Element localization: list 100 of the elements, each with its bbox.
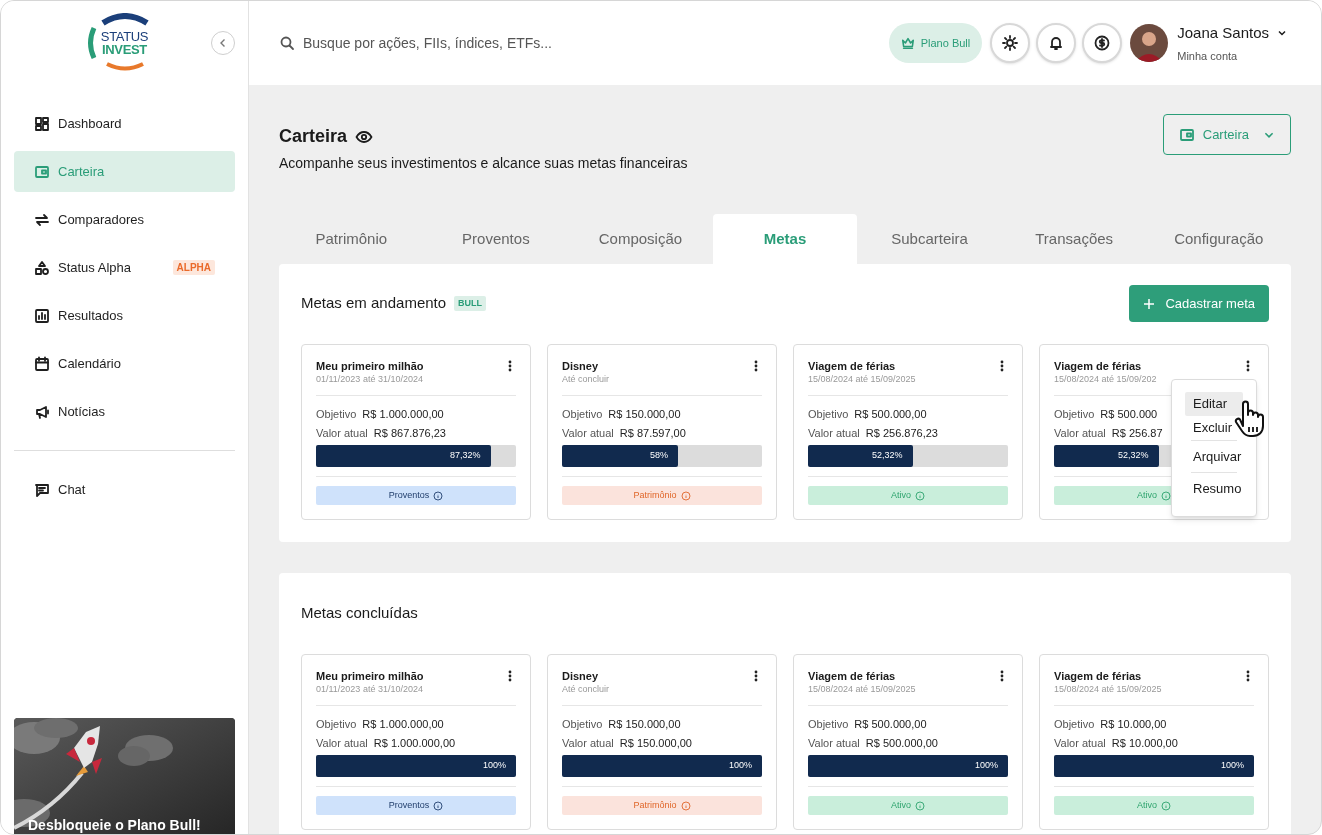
search-icon [279,35,295,51]
sidebar-item[interactable]: Chat [14,469,235,510]
current-value: R$ 256.876,23 [865,426,938,441]
tag-label: Ativo [1137,488,1157,502]
objective-label: Objetivo [562,717,603,732]
current-value-label: Valor atual [316,736,368,751]
objective-value: R$ 150.000,00 [608,717,681,732]
tag-label: Proventos [388,488,430,502]
sidebar-item[interactable]: Comparadores [14,199,235,240]
objective-label: Objetivo [1054,407,1095,422]
current-value-label: Valor atual [1054,736,1106,751]
sidebar-item[interactable]: Notícias [14,391,235,432]
sidebar-item[interactable]: Calendário [14,343,235,384]
currency-button[interactable] [1082,23,1123,63]
current-value-label: Valor atual [1054,426,1106,441]
objective-value: R$ 500.000,00 [854,717,927,732]
current-value: R$ 867.876,23 [373,426,446,441]
page-subtitle: Acompanhe seus investimentos e alcance suas metas financeiras [279,154,688,173]
shapes-icon [34,259,50,276]
goal-name: Disney [562,669,600,683]
progress-reading: 58% [650,449,669,463]
kebab-menu-icon [508,670,512,682]
goal-period: 01/11/2023 até 31/10/2024 [316,683,424,696]
sun-icon [1002,35,1019,51]
menu-item[interactable]: Resumo [1185,473,1243,504]
current-value-label: Valor atual [316,426,368,441]
tag-label: Patrimônio [633,798,677,812]
goal-name: Meu primeiro milhão [316,669,424,683]
tab[interactable]: Composição [568,214,713,264]
current-value-label: Valor atual [562,736,614,751]
objective-label: Objetivo [316,717,357,732]
goal-period: 15/08/2024 até 15/09/2025 [808,683,916,696]
theme-toggle-button[interactable] [990,23,1031,63]
objective-value: R$ 1.000.000,00 [362,717,444,732]
info-icon [680,800,691,811]
current-value: R$ 1.000.000,00 [373,736,456,751]
goal-period: Até concluir [562,373,610,386]
crown-icon [900,36,915,50]
chevron-left-icon [218,38,228,48]
tab[interactable]: Subcarteira [857,214,1002,264]
objective-value: R$ 500.000,00 [854,407,927,422]
tag-label: Patrimônio [633,488,677,502]
tab[interactable]: Configuração [1146,214,1292,264]
promo-caption: Desbloqueie o Plano Bull! [28,816,201,834]
info-icon [680,490,691,501]
user-name: Joana Santos [1177,23,1269,43]
bar-chart-icon [34,307,50,324]
bull-badge: BULL [454,295,487,312]
goal-name: Viagem de férias [808,669,897,683]
progress-reading: 87,32% [450,449,482,463]
progress-reading: 100% [728,759,753,773]
avatar[interactable] [1130,24,1169,62]
notifications-button[interactable] [1036,23,1077,63]
section-title: Metas concluídas [301,603,418,624]
wallet-icon [1178,126,1195,143]
menu-item[interactable]: Arquivar [1185,441,1243,472]
objective-label: Objetivo [808,717,849,732]
sidebar-item[interactable]: Resultados [14,295,235,336]
goal-name: Disney [562,359,600,373]
current-value: R$ 87.597,00 [619,426,686,441]
kebab-menu-icon [1246,360,1250,372]
progress-reading: 52,32% [1118,449,1150,463]
current-value: R$ 150.000,00 [619,736,692,751]
tab[interactable]: Proventos [423,214,569,264]
tag-label: Ativo [891,798,911,812]
megaphone-icon [34,403,50,420]
progress-reading: 100% [1220,759,1245,773]
current-value-label: Valor atual [808,426,860,441]
goal-period: 15/08/2024 até 15/09/2025 [808,373,916,386]
page-title: Carteira [279,125,348,148]
info-icon [433,490,444,501]
kebab-menu-icon [754,670,758,682]
info-icon [915,490,925,501]
goal-name: Meu primeiro milhão [316,359,424,373]
sidebar-item[interactable]: Dashboard [14,103,235,144]
info-icon [1161,800,1171,811]
current-value: R$ 10.000,00 [1111,736,1178,751]
alpha-badge: ALPHA [172,260,215,275]
objective-label: Objetivo [562,407,603,422]
tag-label: Ativo [1137,798,1157,812]
sidebar-item[interactable]: Status Alpha ALPHA [14,247,235,288]
goal-name: Viagem de férias [1054,669,1143,683]
goal-name: Viagem de férias [1054,359,1143,373]
kebab-menu-icon [508,360,512,372]
search-field[interactable]: Busque por ações, FIIs, índices, ETFs... [303,32,723,54]
info-icon [433,800,444,811]
menu-item[interactable]: Editar [1185,392,1243,416]
account-label: Minha conta [1177,48,1239,64]
kebab-menu-icon [754,360,758,372]
tab[interactable]: Patrimônio [279,214,424,264]
plus-icon [1143,297,1156,310]
objective-value: R$ 150.000,00 [608,407,681,422]
wallet-icon [34,163,50,180]
progress-reading: 100% [974,759,999,773]
tag-label: Proventos [388,798,430,812]
objective-value: R$ 500.000 [1100,407,1158,422]
tag-label: Ativo [891,488,911,502]
goal-name: Viagem de férias [808,359,897,373]
tab[interactable]: Transações [1001,214,1147,264]
objective-label: Objetivo [808,407,849,422]
